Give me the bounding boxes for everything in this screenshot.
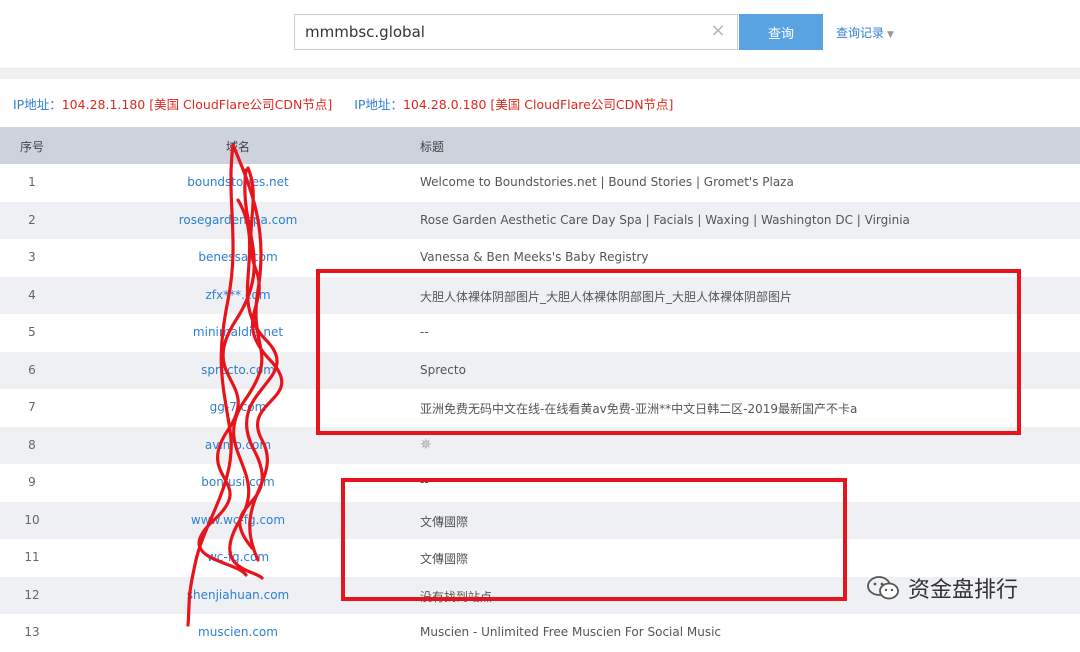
- row-number: 3: [28, 250, 36, 264]
- domain-link[interactable]: boundstories.net: [120, 175, 356, 189]
- row-number: 7: [28, 400, 36, 414]
- domain-link[interactable]: wc-fg.com: [120, 550, 356, 564]
- site-title: Sprecto: [420, 362, 466, 377]
- column-header-domain: 域名: [226, 140, 251, 154]
- column-header-title: 标题: [420, 140, 445, 154]
- row-number: 9: [28, 475, 36, 489]
- table-row: 7 gg-7.com 亚洲免费无码中文在线-在线看黄av免费-亚洲**中文日韩二区-…: [0, 389, 1080, 427]
- table-row: 8 avinfo.com ✵: [0, 426, 1080, 464]
- table-row: 6 sprecto.com Sprecto: [0, 351, 1080, 389]
- site-title: 文傳國際: [420, 552, 469, 566]
- ip-label: IP地址：: [13, 97, 62, 112]
- row-number: 12: [24, 587, 40, 602]
- chevron-down-icon: ▼: [887, 30, 894, 40]
- watermark-text: 资金盘排行: [908, 578, 1019, 603]
- row-number: 1: [28, 175, 36, 189]
- query-button[interactable]: 查询: [739, 14, 823, 50]
- domain-link[interactable]: shenjiahuan.com: [120, 588, 356, 602]
- site-title: 亚洲免费无码中文在线-在线看黄av免费-亚洲**中文日韩二区-2019最新国产不…: [420, 402, 858, 416]
- wechat-icon: [867, 576, 899, 600]
- table-header: 序号 域名 标题: [0, 127, 1080, 164]
- site-title: Muscien - Unlimited Free Muscien For Soc…: [420, 625, 722, 639]
- domain-link[interactable]: benessa.com: [120, 250, 356, 264]
- site-title: Welcome to Boundstories.net | Bound Stor…: [420, 175, 794, 189]
- site-title: ✵: [420, 438, 432, 452]
- table-row: 11 wc-fg.com 文傳國際: [0, 539, 1080, 577]
- search-box: ×: [294, 14, 738, 50]
- ip-label: IP地址：: [354, 97, 403, 112]
- domain-link[interactable]: avinfo.com: [120, 438, 356, 452]
- table-row: 1 boundstories.net Welcome to Boundstories…: [0, 164, 1080, 202]
- close-icon[interactable]: ×: [709, 22, 727, 40]
- ip-address-line: IP地址：104.28.1.180 [美国 CloudFlare公司CDN节点]…: [13, 94, 673, 113]
- search-header: × 查询 查询记录▼: [0, 0, 1080, 70]
- domain-link[interactable]: minimaldia.net: [120, 325, 356, 339]
- search-input[interactable]: [295, 15, 705, 49]
- site-title: --: [420, 475, 429, 489]
- site-title: --: [420, 325, 429, 339]
- table-row: 2 rosegardenspa.com Rose Garden Aesthetic …: [0, 201, 1080, 239]
- query-history-label: 查询记录: [836, 26, 885, 40]
- domain-link[interactable]: muscien.com: [120, 625, 356, 639]
- domain-link[interactable]: rosegardenspa.com: [120, 213, 356, 227]
- site-title: 没有找到站点: [420, 589, 493, 604]
- row-number: 11: [24, 550, 40, 564]
- row-number: 6: [28, 362, 36, 377]
- domain-link[interactable]: www.wc-fg.com: [120, 513, 356, 527]
- site-title: Rose Garden Aesthetic Care Day Spa | Fac…: [420, 212, 910, 227]
- row-number: 5: [28, 325, 36, 339]
- row-number: 10: [24, 512, 40, 527]
- table-row: 3 benessa.com Vanessa & Ben Meeks's Baby R…: [0, 239, 1080, 277]
- ip-value: 104.28.0.180 [美国 CloudFlare公司CDN节点]: [402, 97, 674, 112]
- domain-link[interactable]: bonfusi.com: [120, 475, 356, 489]
- row-number: 4: [28, 287, 36, 302]
- site-title: 大胆人体裸体阴部图片_大胆人体裸体阴部图片_大胆人体裸体阴部图片: [420, 289, 793, 304]
- domain-link[interactable]: gg-7.com: [120, 400, 356, 414]
- loading-spinner-icon: ✵: [420, 436, 432, 453]
- row-number: 8: [28, 437, 36, 452]
- query-history-dropdown[interactable]: 查询记录 ▼: [836, 24, 894, 41]
- watermark: 资金盘排行: [866, 572, 1018, 604]
- row-number: 13: [24, 625, 40, 639]
- column-header-no: 序号: [20, 140, 45, 154]
- domain-link[interactable]: zfx***.com: [120, 288, 356, 302]
- table-row: 5 minimaldia.net --: [0, 314, 1080, 352]
- divider: [0, 68, 1080, 79]
- site-title: 文傳國際: [420, 514, 469, 529]
- domain-link[interactable]: sprecto.com: [120, 363, 356, 377]
- table-row: 4 zfx***.com 大胆人体裸体阴部图片_大胆人体裸体阴部图片_大胆人体裸体阴…: [0, 276, 1080, 314]
- ip-value: 104.28.1.180 [美国 CloudFlare公司CDN节点]: [61, 97, 333, 112]
- site-title: Vanessa & Ben Meeks's Baby Registry: [420, 250, 649, 264]
- table-row: 9 bonfusi.com --: [0, 464, 1080, 502]
- table-row: 10 www.wc-fg.com 文傳國際: [0, 501, 1080, 539]
- row-number: 2: [28, 212, 36, 227]
- table-row: 13 muscien.com Muscien - Unlimited Free Mu…: [0, 614, 1080, 652]
